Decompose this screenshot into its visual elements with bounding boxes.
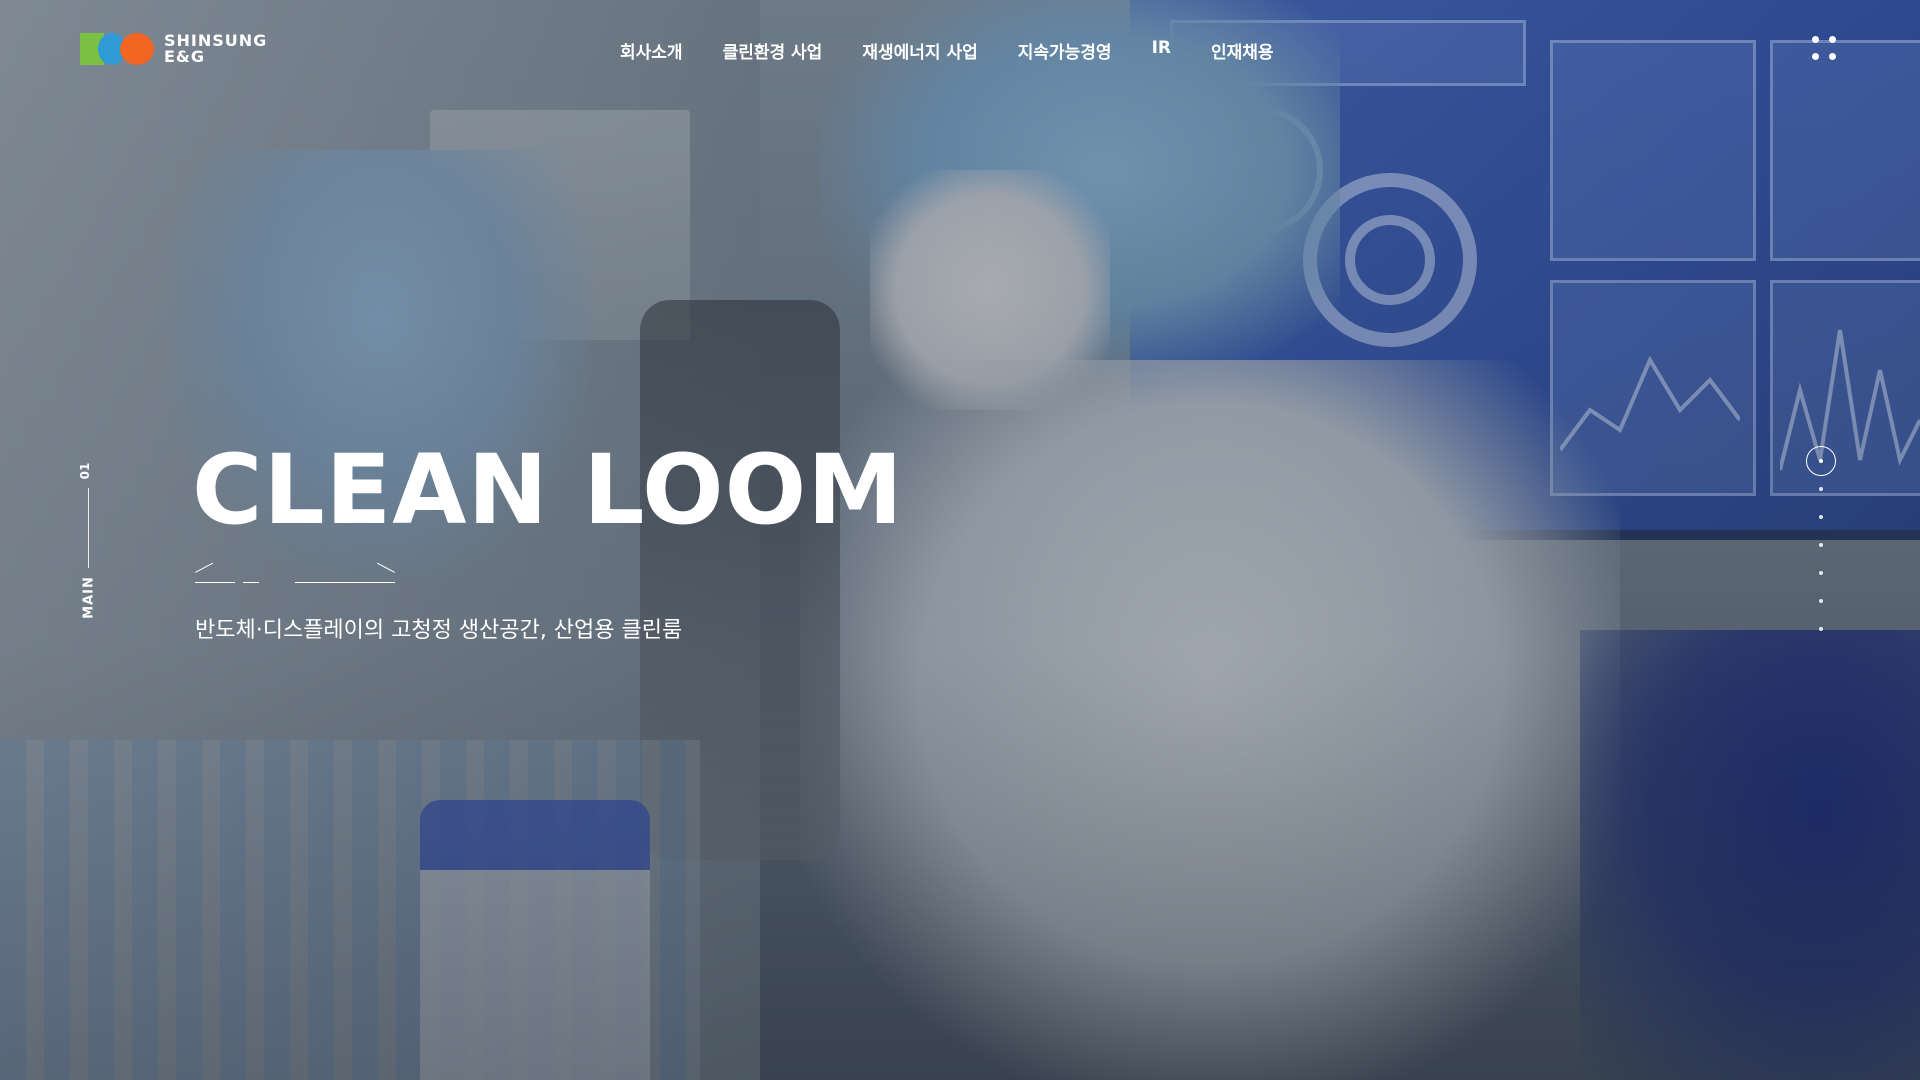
nav-item-clean-environment[interactable]: 클린환경 사업 bbox=[723, 38, 823, 63]
main-nav: 회사소개 클린환경 사업 재생에너지 사업 지속가능경영 IR 인재채용 bbox=[620, 38, 1314, 63]
pager-dot[interactable] bbox=[1819, 627, 1823, 631]
nav-item-sustainability[interactable]: 지속가능경영 bbox=[1018, 38, 1112, 63]
pager-dot[interactable] bbox=[1819, 543, 1823, 547]
site-header: SHINSUNG E&G 회사소개 클린환경 사업 재생에너지 사업 지속가능경… bbox=[0, 0, 1920, 100]
logo-text-line2: E&G bbox=[164, 47, 206, 66]
section-indicator: 01 MAIN bbox=[78, 460, 100, 620]
pager-dot[interactable] bbox=[1819, 599, 1823, 603]
nav-item-careers[interactable]: 인재채용 bbox=[1211, 38, 1274, 63]
nav-item-company[interactable]: 회사소개 bbox=[620, 38, 683, 63]
section-label: MAIN bbox=[81, 576, 97, 619]
nav-item-ir[interactable]: IR bbox=[1152, 38, 1171, 63]
nav-item-renewable-energy[interactable]: 재생에너지 사업 bbox=[862, 38, 977, 63]
section-divider bbox=[88, 488, 89, 568]
section-number: 01 bbox=[78, 462, 92, 480]
pager-dot[interactable] bbox=[1819, 487, 1823, 491]
pager-dot[interactable] bbox=[1819, 571, 1823, 575]
hero-subtitle: 반도체·디스플레이의 고청정 생산공간, 산업용 클린룸 bbox=[195, 618, 683, 643]
grid-dots-icon[interactable] bbox=[1810, 34, 1840, 64]
next-arrow-line[interactable] bbox=[295, 582, 395, 583]
slide-arrows bbox=[195, 562, 395, 586]
company-logo[interactable]: SHINSUNG E&G bbox=[80, 33, 267, 65]
pager-active-dot[interactable] bbox=[1806, 446, 1836, 476]
pager-dot[interactable] bbox=[1819, 515, 1823, 519]
arrow-separator bbox=[243, 582, 259, 583]
logo-mark-icon bbox=[80, 33, 154, 65]
slide-pagination bbox=[1806, 446, 1840, 646]
hero-title: CLEAN LOOM bbox=[192, 434, 904, 546]
prev-arrow-line[interactable] bbox=[195, 582, 235, 583]
logo-wordmark: SHINSUNG E&G bbox=[164, 33, 267, 65]
